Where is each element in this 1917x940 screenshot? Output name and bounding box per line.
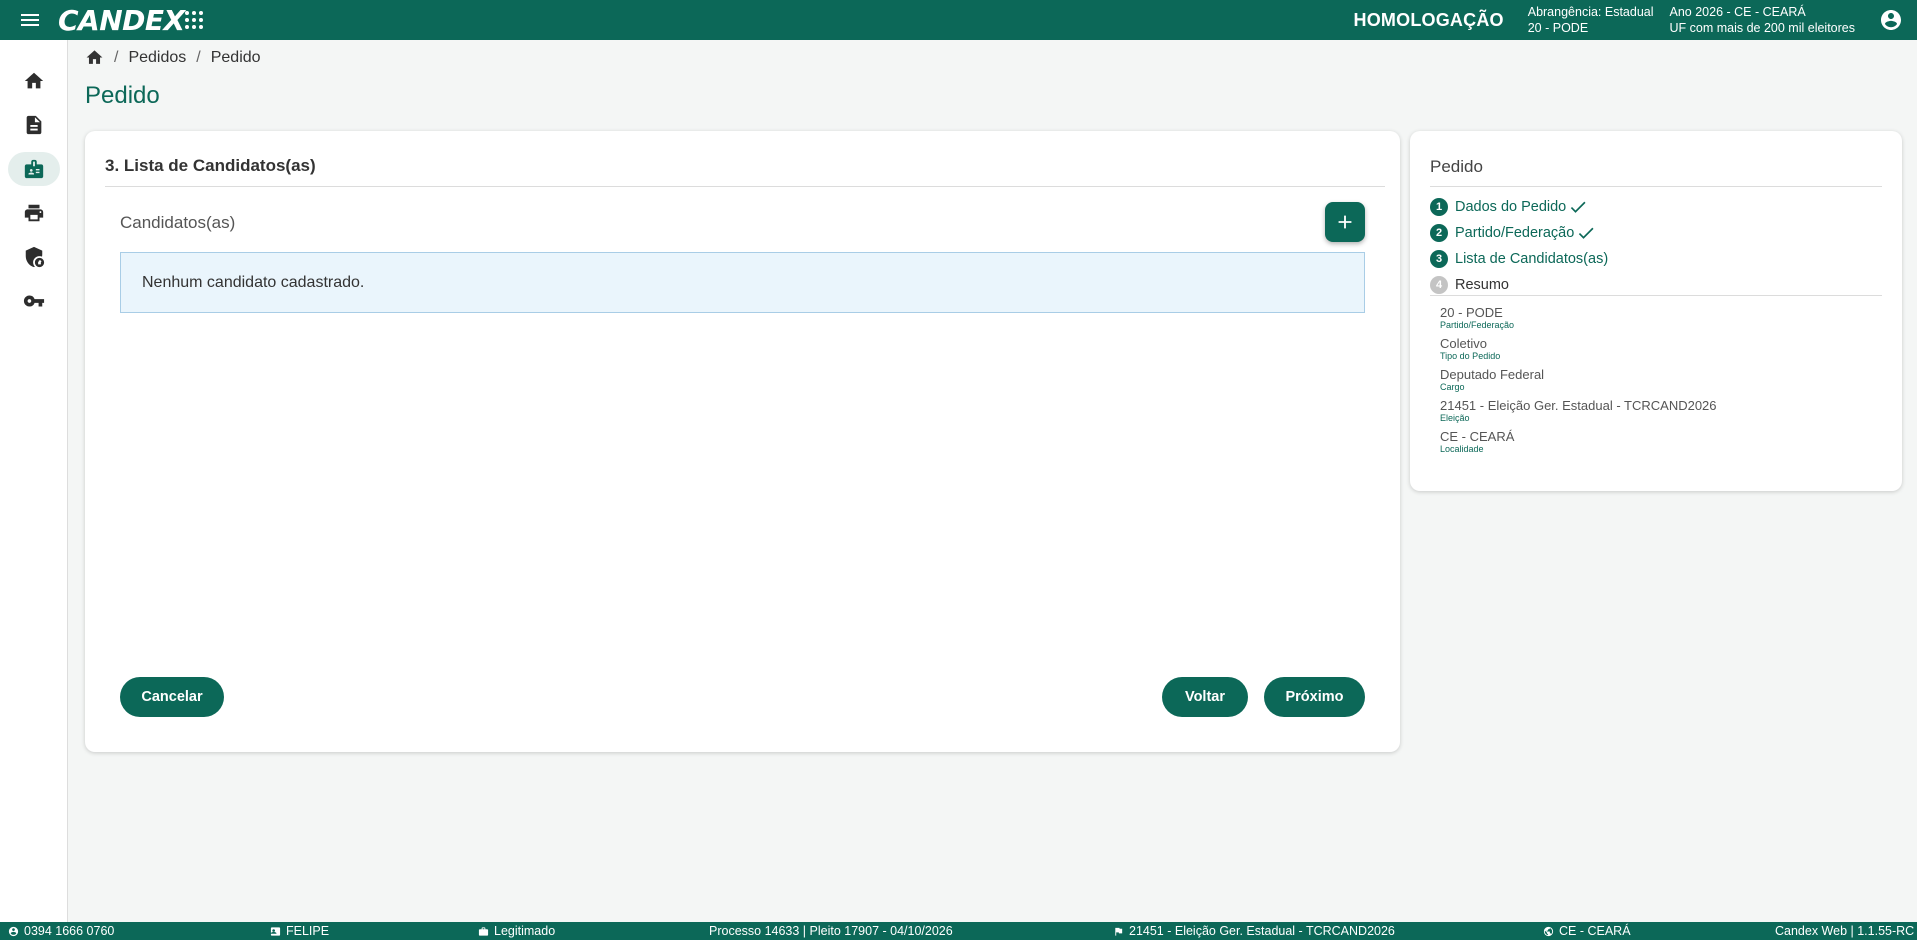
step-label: Resumo	[1455, 277, 1509, 293]
scope-line-2: 20 - PODE	[1527, 21, 1589, 35]
logo-text: CANDEX	[58, 3, 185, 37]
summary-label: Eleição	[1440, 413, 1470, 423]
breadcrumb-separator: /	[196, 48, 201, 66]
scope-info: Abrangência: Estadual 20 - PODE	[1528, 4, 1654, 36]
sidebar-item-keys[interactable]	[8, 284, 60, 318]
environment-label: HOMOLOGAÇÃO	[1353, 9, 1504, 30]
step-label: Partido/Federação	[1455, 225, 1575, 241]
scope-line-1: Abrangência: Estadual	[1527, 5, 1654, 19]
briefcase-icon	[478, 926, 489, 936]
summary-item-election: 21451 - Eleição Ger. Estadual - TCRCAND2…	[1440, 398, 1717, 424]
sidebar-item-candidates[interactable]	[8, 152, 60, 186]
document-icon	[26, 115, 42, 135]
contact-card-icon	[270, 926, 281, 936]
sidebar-item-home[interactable]	[8, 64, 60, 98]
app-logo: CANDEX	[58, 4, 205, 37]
page-title: Pedido	[85, 82, 160, 109]
version-text: Candex Web | 1.1.55-RC	[1775, 924, 1915, 938]
step-item-partido-federacao[interactable]: 2 Partido/Federação	[1430, 220, 1608, 246]
breadcrumb-pedidos[interactable]: Pedidos	[128, 49, 186, 67]
summary-item-party: 20 - PODE Partido/Federação	[1440, 305, 1717, 331]
account-circle-icon	[8, 926, 19, 936]
summary-label: Tipo do Pedido	[1440, 351, 1501, 361]
summary-value: Coletivo	[1440, 336, 1487, 351]
top-bar: CANDEX HOMOLOGAÇÃO Abrangência: Estadual…	[0, 0, 1917, 40]
summary-item-position: Deputado Federal Cargo	[1440, 367, 1717, 393]
step-number: 1	[1430, 198, 1448, 216]
process-text: Processo 14633 | Pleito 17907 - 04/10/20…	[709, 924, 953, 938]
check-icon	[1571, 201, 1586, 213]
candidates-label: Candidatos(as)	[120, 213, 236, 232]
divider	[1430, 186, 1882, 187]
add-candidate-button[interactable]	[1325, 202, 1365, 242]
year-line-1: Ano 2026 - CE - CEARÁ	[1669, 5, 1806, 19]
election-text: 21451 - Eleição Ger. Estadual - TCRCAND2…	[1129, 924, 1395, 938]
empty-list-message: Nenhum candidato cadastrado.	[142, 273, 365, 291]
summary-value: 21451 - Eleição Ger. Estadual - TCRCAND2…	[1440, 398, 1717, 413]
breadcrumb-current: Pedido	[210, 48, 261, 66]
menu-icon[interactable]	[10, 0, 50, 40]
status-process: Processo 14633 | Pleito 17907 - 04/10/20…	[709, 924, 953, 938]
summary-label: Localidade	[1440, 444, 1484, 454]
summary-value: Deputado Federal	[1440, 367, 1545, 382]
breadcrumb: / Pedidos / Pedido	[85, 48, 261, 67]
divider	[105, 186, 1385, 187]
breadcrumb-separator: /	[114, 48, 119, 66]
summary-label: Partido/Federação	[1440, 320, 1515, 330]
order-summary-card: Pedido 1 Dados do Pedido 2 Partido/Feder…	[1410, 131, 1902, 491]
candidates-card: 3. Lista de Candidatos(as) Candidatos(as…	[85, 131, 1400, 752]
flag-icon	[1115, 927, 1123, 936]
status-user-id: 0394 1666 0760	[8, 924, 114, 938]
status-locality: CE - CEARÁ	[1543, 924, 1631, 938]
shield-lock-icon	[25, 246, 45, 268]
stepper: 1 Dados do Pedido 2 Partido/Federação 3 …	[1430, 194, 1608, 298]
summary-title: Pedido	[1430, 157, 1483, 176]
badge-icon	[24, 159, 44, 179]
step-number: 4	[1430, 276, 1448, 294]
step-number: 3	[1430, 250, 1448, 268]
summary-list: 20 - PODE Partido/Federação Coletivo Tip…	[1440, 306, 1717, 461]
summary-label: Cargo	[1440, 382, 1465, 392]
cancel-button[interactable]: Cancelar	[120, 677, 224, 717]
logo-dots-icon	[184, 11, 203, 29]
next-button[interactable]: Próximo	[1264, 677, 1365, 717]
plus-icon	[1338, 215, 1352, 229]
summary-item-order-type: Coletivo Tipo do Pedido	[1440, 336, 1717, 362]
status-bar: 0394 1666 0760 FELIPE Legitimado Process…	[0, 922, 1917, 940]
sidebar-item-security[interactable]	[8, 240, 60, 274]
step-number: 2	[1430, 224, 1448, 242]
sidebar-item-documents[interactable]	[8, 108, 60, 142]
locality-text: CE - CEARÁ	[1559, 924, 1631, 938]
summary-item-locality: CE - CEARÁ Localidade	[1440, 429, 1717, 455]
key-icon	[23, 295, 45, 307]
divider	[1430, 295, 1882, 296]
year-line-2: UF com mais de 200 mil eleitores	[1669, 21, 1855, 35]
step-label: Dados do Pedido	[1455, 199, 1567, 215]
user-name-text: FELIPE	[286, 924, 330, 938]
globe-icon	[1543, 926, 1554, 936]
legitimacy-text: Legitimado	[494, 924, 556, 938]
account-circle-icon[interactable]	[1871, 0, 1911, 40]
home-icon	[24, 72, 44, 89]
step-item-lista-de-candidatos[interactable]: 3 Lista de Candidatos(as)	[1430, 246, 1608, 272]
summary-value: CE - CEARÁ	[1440, 429, 1515, 444]
sidebar-item-print[interactable]	[8, 196, 60, 230]
status-legitimacy: Legitimado	[478, 924, 555, 938]
summary-value: 20 - PODE	[1440, 305, 1503, 320]
status-election: 21451 - Eleição Ger. Estadual - TCRCAND2…	[1113, 924, 1395, 938]
year-info: Ano 2026 - CE - CEARÁ UF com mais de 200…	[1670, 4, 1855, 36]
status-version: Candex Web | 1.1.55-RC	[1775, 924, 1914, 938]
step-title: 3. Lista de Candidatos(as)	[105, 156, 316, 175]
printer-icon	[24, 204, 44, 222]
empty-list-alert: Nenhum candidato cadastrado.	[120, 252, 1365, 313]
sidebar	[0, 40, 68, 922]
back-button[interactable]: Voltar	[1162, 677, 1248, 717]
check-icon	[1579, 227, 1594, 239]
breadcrumb-home-icon[interactable]	[85, 48, 104, 67]
step-item-dados-do-pedido[interactable]: 1 Dados do Pedido	[1430, 194, 1608, 220]
user-id-text: 0394 1666 0760	[24, 924, 115, 938]
step-label: Lista de Candidatos(as)	[1455, 251, 1609, 267]
status-user-name: FELIPE	[270, 924, 329, 938]
